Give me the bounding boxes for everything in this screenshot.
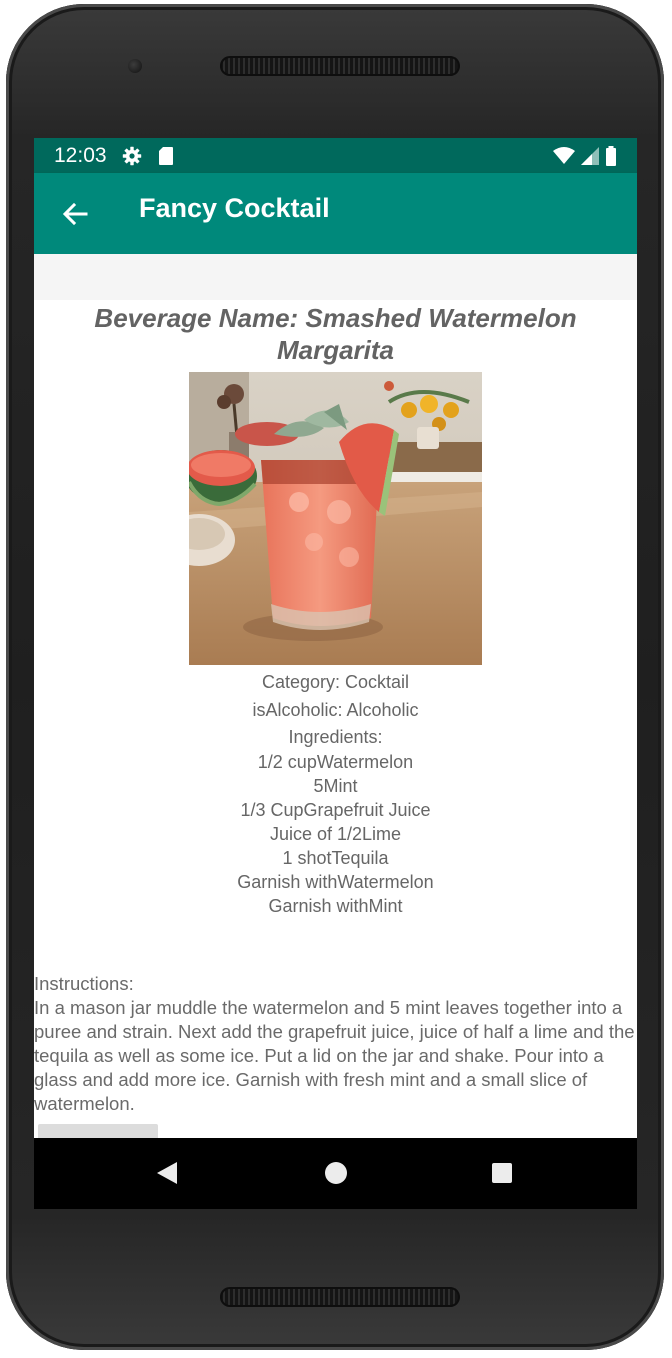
ingredient-item: 1 shotTequila <box>282 848 389 868</box>
drink-image <box>189 372 482 665</box>
settings-icon <box>122 146 142 172</box>
wifi-icon <box>553 147 575 171</box>
ingredient-item: Garnish withWatermelon <box>237 872 434 892</box>
status-bar: 12:03 <box>34 138 637 173</box>
ingredient-item: 5Mint <box>313 776 358 796</box>
front-camera <box>128 59 142 73</box>
ingredient-item: Juice of 1/2Lime <box>269 824 402 844</box>
battery-icon <box>605 146 617 172</box>
status-time: 12:03 <box>54 144 107 167</box>
earpiece-speaker <box>220 56 460 76</box>
device-screen: 12:03 Fancy Cocktail Beverage Name: Smas… <box>34 138 637 1209</box>
instructions-block: Instructions: In a mason jar muddle the … <box>34 972 637 1116</box>
ingredient-item: 1/3 CupGrapefruit Juice <box>240 800 431 820</box>
alcoholic-text: isAlcoholic: Alcoholic <box>252 700 419 720</box>
navigation-bar <box>34 1138 637 1209</box>
category-text: Category: Cocktail <box>261 672 410 692</box>
arrow-left-icon <box>62 202 88 226</box>
home-circle-icon[interactable] <box>325 1162 347 1184</box>
ingredient-item: 1/2 cupWatermelon <box>257 752 414 772</box>
status-right-icons <box>553 146 617 172</box>
instructions-label: Instructions: <box>34 973 134 994</box>
beverage-name: Beverage Name: Smashed Watermelon Margar… <box>94 303 577 365</box>
recents-square-icon[interactable] <box>492 1163 512 1183</box>
app-bar: Fancy Cocktail <box>34 173 637 254</box>
app-title: Fancy Cocktail <box>139 193 330 223</box>
ingredients-label: Ingredients: <box>288 727 383 747</box>
bottom-speaker <box>220 1287 460 1307</box>
sd-card-icon <box>158 146 174 172</box>
signal-icon <box>581 147 599 171</box>
cocktail-detail-content[interactable]: Beverage Name: Smashed Watermelon Margar… <box>34 254 637 1138</box>
instructions-text: In a mason jar muddle the watermelon and… <box>34 997 635 1114</box>
ingredient-item: Garnish withMint <box>268 896 403 916</box>
back-triangle-icon[interactable] <box>156 1161 178 1190</box>
drink-info: Category: Cocktail isAlcoholic: Alcoholi… <box>34 668 637 918</box>
back-arrow-button[interactable] <box>58 197 92 231</box>
header-spacer <box>34 254 637 300</box>
partially-visible-button[interactable] <box>38 1124 158 1138</box>
